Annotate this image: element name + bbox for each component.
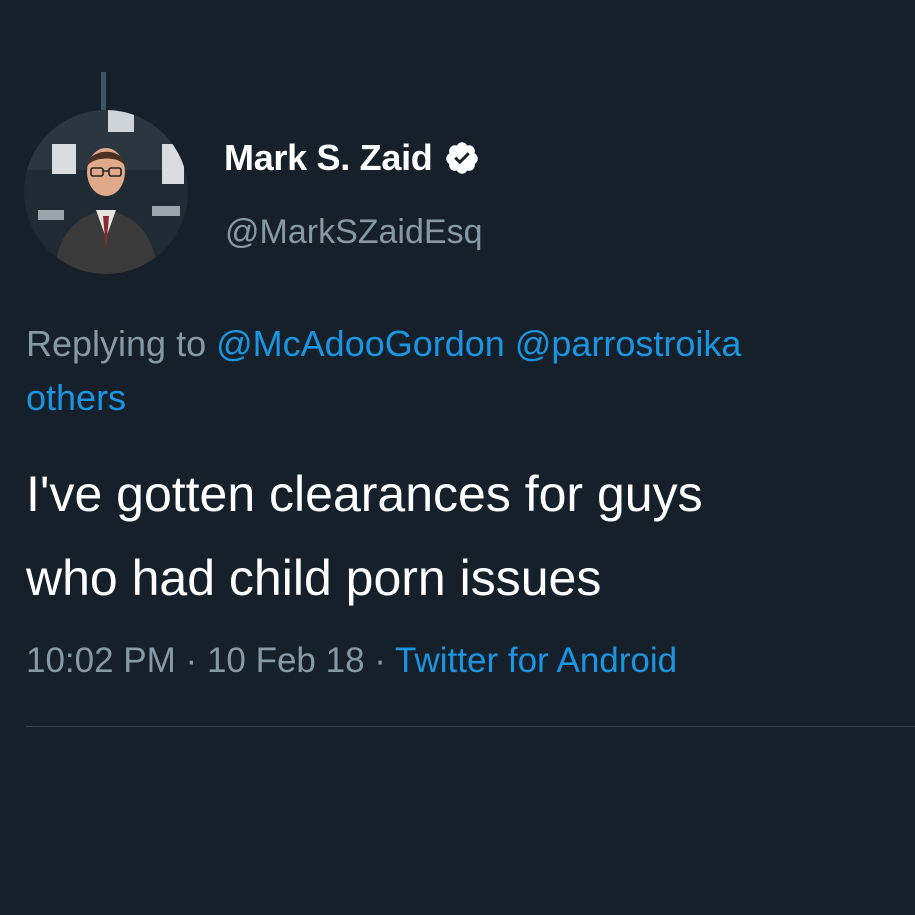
meta-separator: · [185, 641, 198, 680]
tweet-metadata: 10:02 PM · 10 Feb 18 · Twitter for Andro… [26, 638, 677, 684]
reply-mention-link[interactable]: @McAdooGordon [216, 323, 505, 364]
verified-badge-icon [444, 140, 480, 176]
reply-mention-link[interactable]: @parrostroika [515, 323, 742, 364]
meta-separator: · [374, 641, 386, 680]
tweet-text-line: who had child porn issues [26, 550, 602, 606]
reply-others-link[interactable]: others [26, 373, 126, 423]
author-handle[interactable]: @MarkSZaidEsq [225, 213, 482, 252]
tweet-text-line: I've gotten clearances for guys [26, 466, 703, 522]
author-name-row[interactable]: Mark S. Zaid [224, 135, 480, 181]
tweet-time[interactable]: 10:02 PM [26, 641, 176, 680]
thread-connector-line [101, 72, 106, 110]
tweet-date[interactable]: 10 Feb 18 [207, 641, 365, 680]
author-display-name[interactable]: Mark S. Zaid [224, 137, 433, 179]
avatar[interactable] [24, 110, 188, 274]
divider [26, 726, 915, 727]
profile-photo-icon [24, 110, 188, 274]
replying-to-label: Replying to [26, 323, 207, 364]
tweet-text: I've gotten clearances for guys who had … [26, 452, 915, 620]
tweet-source-link[interactable]: Twitter for Android [395, 641, 677, 680]
replying-to-line: Replying to @McAdooGordon @parrostroika [26, 315, 915, 373]
